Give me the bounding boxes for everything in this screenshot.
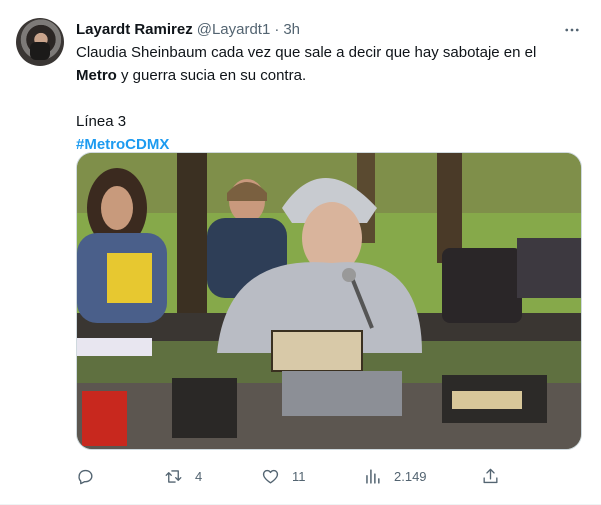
views-chart-icon bbox=[366, 468, 380, 484]
retweet-count: 4 bbox=[195, 468, 203, 484]
avatar[interactable] bbox=[16, 18, 64, 66]
author-name[interactable]: Layardt Ramirez bbox=[76, 21, 193, 38]
retweet-icon bbox=[165, 469, 182, 483]
author-handle[interactable]: @Layardt1 bbox=[197, 21, 271, 38]
separator-dot: · bbox=[274, 20, 280, 38]
bold-word: Metro bbox=[76, 67, 117, 84]
share-icon bbox=[483, 468, 498, 483]
tweet-text-line-2-rest: y guerra sucia en su contra. bbox=[116, 67, 307, 84]
views-button[interactable]: 2.149 bbox=[363, 462, 427, 490]
views-count: 2.149 bbox=[394, 468, 427, 484]
tweet-text-line-3: Línea 3 bbox=[76, 113, 127, 130]
tweet-text-line-1: Claudia Sheinbaum cada vez que sale a de… bbox=[76, 44, 537, 61]
tweet-time[interactable]: 3h bbox=[283, 21, 300, 38]
like-count: 11 bbox=[292, 468, 306, 484]
tweet-actions: 4 11 2.149 bbox=[76, 462, 506, 490]
tweet-card[interactable]: Layardt Ramirez @Layardt1 · 3h Claudia S… bbox=[0, 0, 601, 505]
reply-button[interactable] bbox=[76, 462, 107, 490]
retweet-button[interactable]: 4 bbox=[164, 462, 202, 490]
heart-icon bbox=[262, 469, 279, 484]
more-horizontal-icon bbox=[565, 28, 579, 32]
photo-illustration bbox=[77, 153, 581, 449]
like-button[interactable]: 11 bbox=[261, 462, 306, 490]
reply-icon bbox=[78, 469, 93, 484]
share-button[interactable] bbox=[481, 462, 500, 490]
tweet-text: Claudia Sheinbaum cada vez que sale a de… bbox=[76, 41, 576, 156]
tweet-header: Layardt Ramirez @Layardt1 · 3h bbox=[76, 19, 300, 39]
tweet-media-photo[interactable] bbox=[76, 152, 582, 450]
tweet-text-line-2: Metro y guerra sucia en su contra. bbox=[76, 64, 576, 87]
more-options-button[interactable] bbox=[562, 20, 582, 40]
